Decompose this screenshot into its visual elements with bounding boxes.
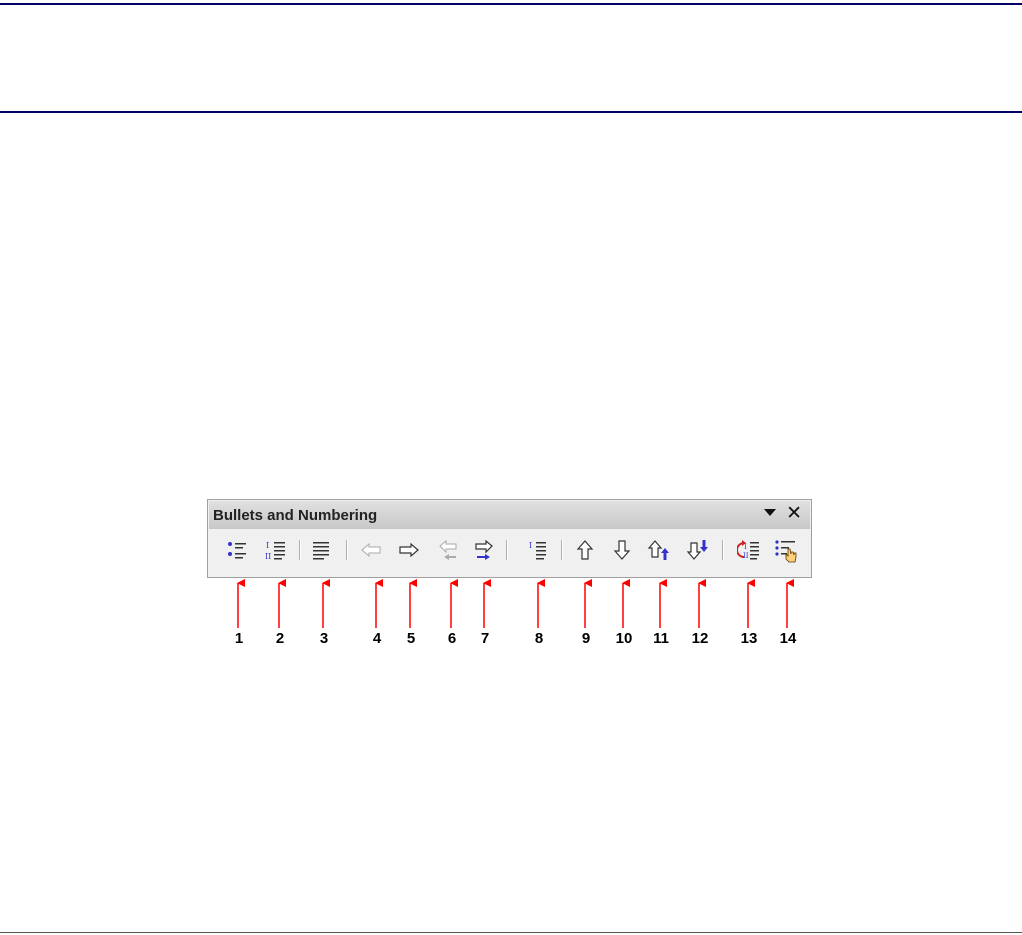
callout-number: 4	[372, 630, 382, 647]
callout-number: 1	[234, 630, 244, 647]
callout-number: 13	[740, 630, 758, 647]
callout-number: 14	[779, 630, 797, 647]
callout-number: 5	[406, 630, 416, 647]
callout-arrows	[237, 579, 794, 628]
callout-number: 10	[615, 630, 633, 647]
callout-number: 3	[319, 630, 329, 647]
callout-number: 6	[447, 630, 457, 647]
callout-number: 2	[275, 630, 285, 647]
callout-number: 8	[534, 630, 544, 647]
callout-number: 9	[581, 630, 591, 647]
callout-number: 11	[653, 630, 669, 647]
callout-number: 12	[691, 630, 709, 647]
callout-number: 7	[480, 630, 490, 647]
